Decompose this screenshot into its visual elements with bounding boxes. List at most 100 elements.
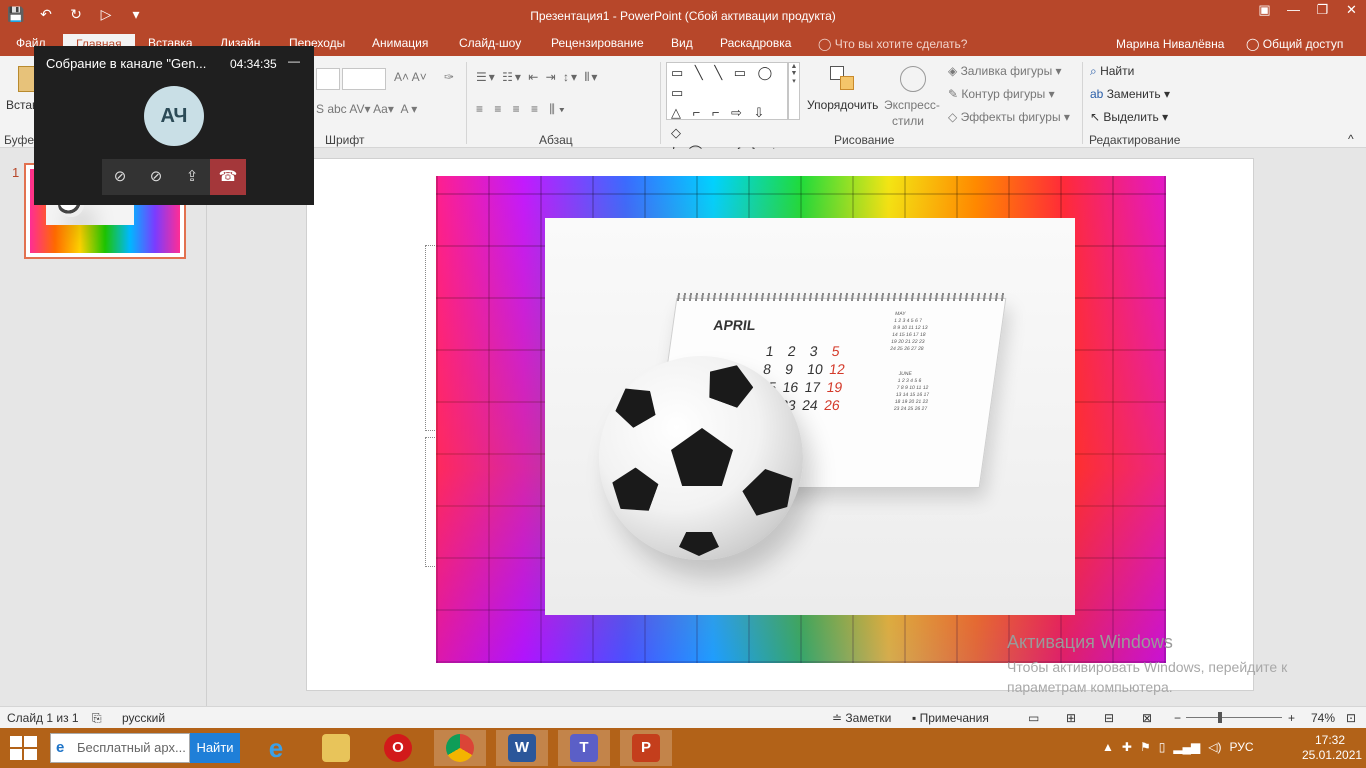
clock-time: 17:32: [1314, 733, 1346, 747]
zoom-slider[interactable]: [1186, 717, 1282, 718]
find-button[interactable]: ⌕ Найти: [1090, 64, 1134, 79]
select-button[interactable]: ↖ Выделить ▾: [1090, 110, 1168, 124]
font-format-icons[interactable]: S abc AV▾ Aa▾ A ▾: [316, 102, 417, 116]
spellcheck-icon[interactable]: ⎘: [92, 711, 102, 726]
font-size-box[interactable]: [342, 68, 386, 90]
share-button[interactable]: ◯ Общий доступ: [1246, 37, 1343, 51]
status-bar: Слайд 1 из 1 ⎘ русский ≐ Заметки ▪ Приме…: [0, 706, 1366, 728]
network-icon[interactable]: ▂▄▆: [1173, 740, 1200, 754]
slide-counter: Слайд 1 из 1: [7, 711, 79, 725]
comment-icon: ▪: [912, 711, 920, 725]
mini-calendar-may: MAY 1 2 3 4 5 6 78 9 10 11 12 13 14 15 16 …: [889, 311, 928, 352]
opera-icon[interactable]: O: [372, 730, 424, 766]
taskbar-clock[interactable]: 17:32 25.01.2021: [1302, 733, 1363, 763]
zoom-in-button[interactable]: +: [1288, 711, 1295, 725]
slide-sorter-icon[interactable]: ⊞: [1066, 711, 1076, 725]
slide-canvas[interactable]: APRIL 1235 891012 15161719 22232426 2930…: [306, 158, 1254, 691]
reading-view-icon[interactable]: ⊟: [1104, 711, 1114, 725]
gallery-scroll[interactable]: ▲ ▼ ▾: [788, 62, 800, 120]
tab-storyboard[interactable]: Раскадровка: [720, 36, 791, 50]
share-screen-icon[interactable]: ⇪: [174, 159, 210, 195]
tab-animation[interactable]: Анимация: [372, 36, 428, 50]
volume-icon[interactable]: ◁): [1208, 740, 1221, 754]
slide-editor: APRIL 1235 891012 15161719 22232426 2930…: [208, 149, 1366, 706]
zoom-level[interactable]: 74%: [1311, 711, 1335, 725]
slide-thumbnails-pane: 1: [0, 149, 207, 706]
font-name-box[interactable]: [316, 68, 340, 90]
paint-bucket-icon: ◈: [948, 64, 961, 78]
minimize-meeting-button[interactable]: —: [288, 54, 300, 68]
cursor-icon: ↖: [1090, 110, 1104, 124]
word-icon[interactable]: W: [496, 730, 548, 766]
shape-outline-button[interactable]: ✎ Контур фигуры ▾: [948, 87, 1055, 101]
hang-up-icon[interactable]: ☎: [210, 159, 246, 195]
slideshow-view-icon[interactable]: ⊠: [1142, 711, 1152, 725]
title-bar: 💾 ↶ ↻ ▷ ▾ Презентация1 - PowerPoint (Сбо…: [0, 0, 1366, 32]
tab-view[interactable]: Вид: [671, 36, 693, 50]
replace-icon: ab: [1090, 87, 1107, 101]
shapes-gallery[interactable]: ▭ ╲ ╲ ▭ ◯ ▭△ ⌐ ⌐ ⇨ ⇩ ◇⌇ ⌒ ∿ { } ☆: [666, 62, 788, 160]
taskbar-find-button[interactable]: Найти: [190, 733, 240, 763]
quick-styles-button[interactable]: Экспресс-: [884, 98, 940, 112]
tab-review[interactable]: Рецензирование: [551, 36, 644, 50]
show-hidden-icons[interactable]: ▲: [1102, 740, 1114, 754]
effects-icon: ◇: [948, 110, 961, 124]
internet-explorer-icon[interactable]: e: [250, 730, 302, 766]
meeting-timer: 04:34:35: [230, 57, 277, 71]
flag-icon[interactable]: ⚑: [1140, 740, 1151, 754]
clear-format-icon[interactable]: ✑: [444, 70, 454, 84]
input-language[interactable]: РУС: [1230, 740, 1254, 754]
windows-taskbar: Бесплатный арх... e Найти e O W T P ▲ ✚ …: [0, 728, 1366, 768]
file-explorer-icon[interactable]: [310, 730, 362, 766]
comments-button[interactable]: ▪ Примечания: [912, 711, 989, 725]
tell-me-search[interactable]: ◯ Что вы хотите сделать?: [818, 37, 967, 51]
pencil-icon: ✎: [948, 87, 962, 101]
taskbar-search-input[interactable]: Бесплатный арх...: [50, 733, 190, 763]
notes-icon: ≐: [832, 711, 846, 725]
shape-fill-button[interactable]: ◈ Заливка фигуры ▾: [948, 64, 1062, 78]
grow-font-icon[interactable]: A˄ A˅: [394, 70, 427, 84]
align-icons[interactable]: ≡ ≡ ≡ ≡ ⫼▾: [476, 102, 569, 117]
camera-off-icon[interactable]: ⊘: [102, 159, 138, 195]
clock-date: 25.01.2021: [1302, 748, 1363, 762]
calendar-month: APRIL: [712, 317, 757, 333]
paragraph-group-label: Абзац: [539, 133, 573, 147]
separator: [1082, 62, 1083, 144]
powerpoint-icon[interactable]: P: [620, 730, 672, 766]
zoom-slider-thumb[interactable]: [1218, 712, 1222, 723]
system-tray: ▲ ✚ ⚑ ▯ ▂▄▆ ◁) РУС: [1102, 740, 1254, 754]
replace-button[interactable]: ab Заменить ▾: [1090, 87, 1170, 101]
restore-icon[interactable]: ❐: [1308, 0, 1337, 24]
list-icons[interactable]: ☰▾ ☷▾ ⇤ ⇥ ↕▾ ⫴▾: [476, 70, 599, 85]
notes-button[interactable]: ≐ Заметки: [832, 711, 891, 725]
battery-icon[interactable]: ▯: [1159, 740, 1166, 754]
collapse-ribbon-icon[interactable]: ^: [1348, 132, 1354, 146]
security-icon[interactable]: ✚: [1122, 740, 1132, 754]
zoom-out-button[interactable]: −: [1174, 711, 1181, 725]
meeting-controls: ⊘ ⊘ ⇪ ☎: [102, 159, 246, 195]
shape-effects-button[interactable]: ◇ Эффекты фигуры ▾: [948, 110, 1070, 124]
chrome-icon[interactable]: [434, 730, 486, 766]
fit-slide-icon[interactable]: ⊡: [1346, 711, 1356, 725]
tab-slideshow[interactable]: Слайд-шоу: [459, 36, 521, 50]
close-icon[interactable]: ✕: [1337, 0, 1366, 24]
calendar-ball-photo: APRIL 1235 891012 15161719 22232426 2930…: [545, 218, 1075, 615]
arrange-button[interactable]: Упорядочить: [807, 98, 878, 112]
quick-styles-icon: [900, 66, 926, 92]
normal-view-icon[interactable]: ▭: [1028, 711, 1039, 725]
search-icon: ⌕: [1090, 64, 1101, 78]
separator: [660, 62, 661, 144]
ribbon-display-icon[interactable]: ▣: [1250, 0, 1279, 24]
minimize-icon[interactable]: —: [1279, 0, 1308, 24]
slide-picture[interactable]: APRIL 1235 891012 15161719 22232426 2930…: [436, 176, 1166, 663]
teams-meeting-window[interactable]: Собрание в канале "Gen... 04:34:35 — АЧ …: [34, 46, 314, 205]
mic-off-icon[interactable]: ⊘: [138, 159, 174, 195]
soccer-ball: [599, 356, 803, 560]
drawing-group-label: Рисование: [834, 133, 895, 147]
windows-start-icon[interactable]: [10, 736, 38, 760]
user-name[interactable]: Марина Нивалёвна: [1116, 37, 1224, 51]
avatar: АЧ: [144, 86, 204, 146]
teams-icon[interactable]: T: [558, 730, 610, 766]
language-indicator[interactable]: русский: [122, 711, 165, 725]
activation-watermark-text: Чтобы активировать Windows, перейдите к …: [1007, 659, 1288, 695]
